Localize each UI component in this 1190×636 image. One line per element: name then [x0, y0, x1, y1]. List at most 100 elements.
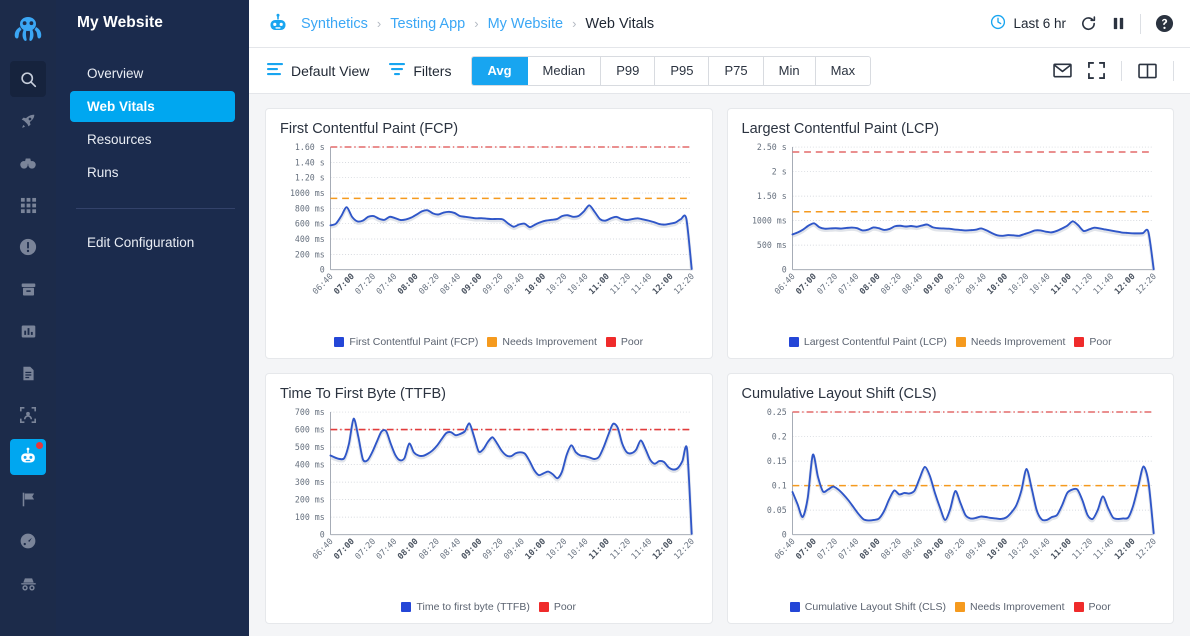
rocket-icon[interactable] [10, 103, 46, 139]
aggregation-p95[interactable]: P95 [655, 56, 710, 85]
flag-icon[interactable] [10, 481, 46, 517]
chart-legend-fcp: First Contentful Paint (FCP) Needs Impro… [280, 335, 698, 350]
filters-button[interactable]: Filters [389, 62, 451, 79]
help-circle-icon[interactable] [1155, 14, 1174, 33]
y-axis-tick-label: 200 ms [295, 249, 325, 259]
aggregation-p99[interactable]: P99 [601, 56, 656, 85]
x-axis-tick-label: 11:40 [629, 536, 653, 561]
x-axis-tick-label: 08:40 [438, 536, 462, 561]
legend-label: Poor [553, 601, 577, 613]
document-icon[interactable] [10, 355, 46, 391]
email-icon[interactable] [1053, 63, 1072, 78]
toolbar-divider [1173, 60, 1174, 81]
x-axis-tick-label: 10:40 [1027, 536, 1051, 561]
x-axis-tick-label: 07:40 [836, 271, 860, 296]
legend-item[interactable]: Poor [605, 336, 644, 348]
grid-apps-icon[interactable] [10, 187, 46, 223]
legend-item[interactable]: Cumulative Layout Shift (CLS) [789, 601, 946, 613]
x-axis-tick-label: 11:20 [1069, 536, 1093, 561]
x-axis-tick-label: 11:00 [1048, 271, 1072, 296]
search-icon[interactable] [10, 61, 46, 97]
legend-item[interactable]: Time to first byte (TTFB) [401, 601, 530, 613]
x-axis-tick-label: 09:00 [921, 271, 945, 296]
y-axis-tick-label: 100 ms [295, 512, 325, 522]
x-axis-tick-label: 10:20 [544, 271, 568, 296]
toolbar-divider [1140, 13, 1141, 34]
legend-swatch-poor [1073, 602, 1084, 612]
x-axis-tick-label: 11:40 [629, 271, 653, 296]
breadcrumb-testing-app[interactable]: Testing App [390, 16, 465, 32]
breadcrumb-my-website[interactable]: My Website [488, 16, 563, 32]
x-axis-tick-label: 09:20 [480, 271, 504, 296]
legend-item[interactable]: Poor [538, 601, 577, 613]
pause-icon[interactable] [1111, 16, 1126, 31]
aggregation-avg[interactable]: Avg [472, 56, 528, 85]
datadog-octopus-logo[interactable] [6, 8, 50, 52]
y-axis-tick-label: 0 [781, 530, 786, 540]
watchdog-binoculars-icon[interactable] [10, 145, 46, 181]
x-axis-tick-label: 08:20 [878, 271, 902, 296]
legend-item[interactable]: Largest Contentful Paint (LCP) [788, 336, 947, 348]
breadcrumb: Synthetics › Testing App › My Website › … [301, 16, 654, 32]
aggregation-median[interactable]: Median [527, 56, 602, 85]
aggregation-selector: Avg Median P99 P95 P75 Min Max [471, 55, 872, 86]
legend-item[interactable]: Needs Improvement [955, 601, 1065, 613]
chart-area-lcp[interactable]: 0 500 ms 1000 ms 1.50 s2 s 2.50 s 06:40 07:00 0… [742, 139, 1160, 335]
archive-box-icon[interactable] [10, 271, 46, 307]
alert-exclamation-icon[interactable] [10, 229, 46, 265]
aggregation-min[interactable]: Min [763, 56, 816, 85]
y-axis-tick-label: 500 ms [295, 442, 325, 452]
sidebar-item-overview[interactable]: Overview [70, 58, 235, 89]
sidebar-item-runs[interactable]: Runs [70, 157, 235, 188]
y-axis-tick-label: 400 ms [295, 459, 325, 469]
legend-label: Time to first byte (TTFB) [416, 601, 530, 613]
x-axis-tick-label: 11:00 [1048, 536, 1072, 561]
bar-chart-icon[interactable] [10, 313, 46, 349]
x-axis-tick-label: 11:00 [587, 271, 611, 296]
x-axis-tick-label: 08:20 [878, 536, 902, 561]
legend-item[interactable]: Poor [1074, 336, 1112, 348]
sidebar-item-synthetics[interactable] [10, 439, 46, 475]
main-area: Synthetics › Testing App › My Website › … [249, 0, 1190, 636]
scan-frame-icon[interactable] [10, 397, 46, 433]
app-root: My Website Overview Web Vitals Resources… [0, 0, 1190, 636]
y-axis-tick-label: 200 ms [295, 495, 325, 505]
chart-area-ttfb[interactable]: 0 100 ms 200 ms 300 ms 400 ms 500 ms 600 ms 700… [280, 404, 698, 600]
x-axis-tick-label: 08:00 [857, 536, 881, 561]
sidebar-item-edit-configuration[interactable]: Edit Configuration [70, 227, 235, 258]
filters-label: Filters [413, 62, 452, 79]
refresh-icon[interactable] [1080, 15, 1097, 32]
x-axis-tick-label: 06:40 [310, 536, 334, 561]
fullscreen-icon[interactable] [1088, 62, 1105, 79]
aggregation-max[interactable]: Max [815, 56, 871, 85]
incognito-icon[interactable] [10, 565, 46, 601]
y-axis-tick-label: 0.25 [766, 407, 786, 417]
split-columns-icon[interactable] [1138, 63, 1157, 79]
time-range-selector[interactable]: Last 6 hr [990, 14, 1066, 33]
x-axis-tick-label: 10:20 [544, 536, 568, 561]
x-axis-tick-label: 09:40 [963, 536, 987, 561]
y-axis-tick-label: 700 ms [295, 407, 325, 417]
breadcrumb-synthetics[interactable]: Synthetics [301, 16, 368, 32]
y-axis-tick-label: 1.20 s [295, 173, 325, 183]
legend-label: Needs Improvement [502, 336, 597, 348]
x-axis-tick-label: 07:00 [332, 536, 356, 561]
aggregation-p75[interactable]: P75 [709, 56, 764, 85]
y-axis-tick-label: 0.05 [766, 505, 786, 515]
x-axis-tick-label: 10:00 [523, 536, 547, 561]
gauge-icon[interactable] [10, 523, 46, 559]
y-axis-tick-label: 0 [320, 265, 325, 275]
sidebar-item-resources[interactable]: Resources [70, 124, 235, 155]
legend-item[interactable]: First Contentful Paint (FCP) [334, 336, 478, 348]
legend-item[interactable]: Poor [1073, 601, 1111, 613]
breadcrumb-separator: › [572, 16, 577, 31]
sidebar-item-web-vitals[interactable]: Web Vitals [70, 91, 235, 122]
default-view-button[interactable]: Default View [267, 62, 369, 79]
x-axis-tick-label: 07:20 [814, 271, 838, 296]
chart-area-cls[interactable]: 0 0.05 0.1 0.15 0.2 0.25 06:40 07:00 07:20 07:40 0… [742, 404, 1160, 600]
y-axis-tick-label: 300 ms [295, 477, 325, 487]
legend-item[interactable]: Needs Improvement [955, 336, 1065, 348]
legend-item[interactable]: Needs Improvement [487, 336, 597, 348]
chart-area-fcp[interactable]: 0 200 ms 400 ms 600 ms 800 ms 1000 ms 1.20 s 1.… [280, 139, 698, 335]
legend-label: Poor [620, 336, 644, 348]
